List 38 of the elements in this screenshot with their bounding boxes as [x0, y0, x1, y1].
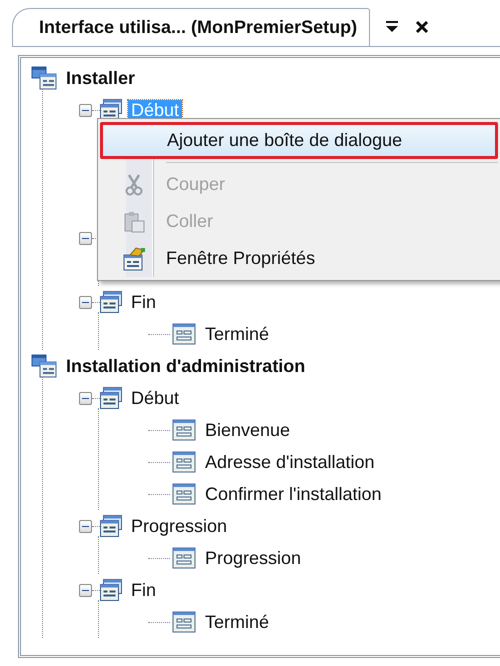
- collapse-toggle[interactable]: [79, 584, 92, 596]
- collapse-toggle[interactable]: [79, 104, 92, 116]
- installer-icon: [31, 354, 57, 378]
- tree-item[interactable]: Début: [128, 388, 182, 408]
- tree-item[interactable]: Confirmer l'installation: [202, 484, 385, 504]
- document-tab[interactable]: Interface utilisa... (MonPremierSetup): [12, 8, 370, 46]
- stacked-windows-icon: [100, 515, 122, 537]
- close-icon[interactable]: [414, 19, 430, 35]
- dialog-form-icon: [172, 483, 196, 505]
- tree-item[interactable]: Adresse d'installation: [202, 452, 378, 472]
- stacked-windows-icon: [100, 291, 122, 313]
- dialog-form-icon: [172, 547, 196, 569]
- collapse-toggle[interactable]: [79, 392, 92, 404]
- installer-icon: [31, 66, 57, 90]
- menu-item[interactable]: Ajouter une boîte de dialogue: [100, 122, 498, 159]
- menu-item[interactable]: Fenêtre Propriétés: [100, 240, 498, 277]
- tree-item[interactable]: Installation d'administration: [63, 356, 308, 376]
- tree-item[interactable]: Progression: [202, 548, 304, 568]
- stacked-windows-icon: [100, 387, 122, 409]
- dropdown-icon[interactable]: [384, 19, 400, 35]
- collapse-toggle[interactable]: [79, 520, 92, 532]
- scissors-icon: [124, 174, 144, 196]
- properties-icon: [122, 246, 146, 270]
- tree-item[interactable]: Terminé: [202, 612, 272, 632]
- collapse-toggle[interactable]: [79, 296, 92, 308]
- tree-item[interactable]: Installer: [63, 68, 138, 88]
- tree-item[interactable]: Progression: [128, 516, 230, 536]
- dialog-form-icon: [172, 611, 196, 633]
- tree-item[interactable]: Fin: [128, 292, 160, 312]
- dialog-form-icon: [172, 419, 196, 441]
- collapse-toggle[interactable]: [79, 232, 92, 244]
- stacked-windows-icon: [100, 579, 122, 601]
- dialog-form-icon: [172, 323, 196, 345]
- tree-item[interactable]: Bienvenue: [202, 420, 294, 440]
- dialog-form-icon: [172, 451, 196, 473]
- tree-item[interactable]: Terminé: [202, 324, 272, 344]
- clipboard-icon: [123, 210, 145, 232]
- tree-item[interactable]: Fin: [128, 580, 160, 600]
